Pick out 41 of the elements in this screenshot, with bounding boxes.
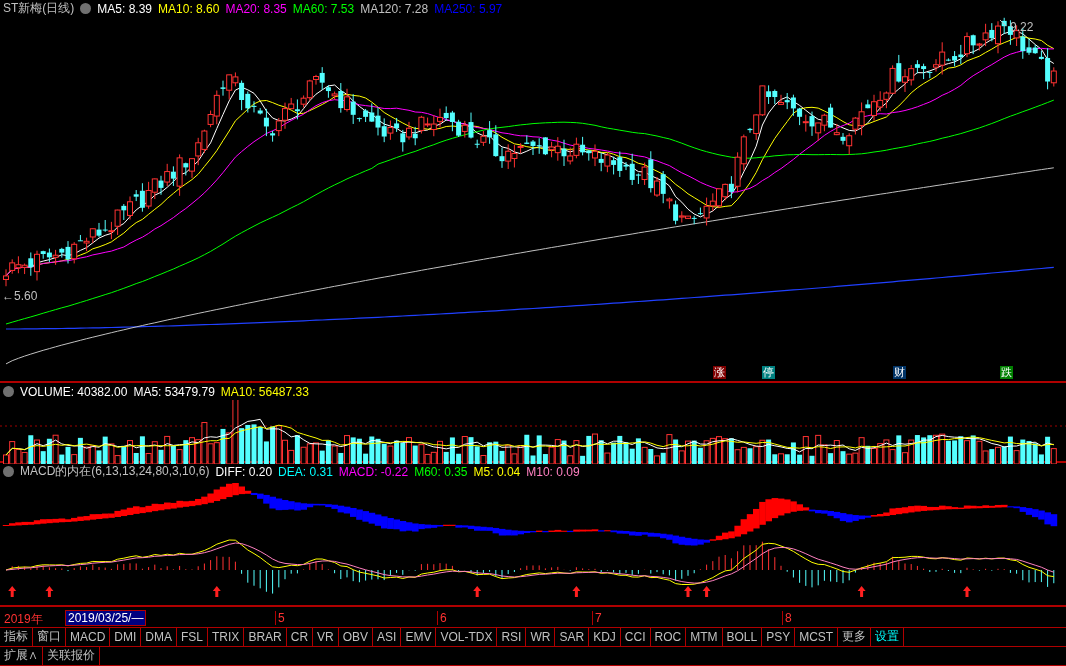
macd-legend: DEA: 0.31 — [278, 464, 333, 479]
dropdown-icon[interactable] — [3, 466, 14, 477]
volume-legend: MA5: 53479.79 — [133, 384, 215, 399]
macd-legend: M60: 0.35 — [414, 464, 468, 479]
up-arrow-icon — [473, 586, 482, 597]
macd-legend: M10: 0.09 — [526, 464, 580, 479]
ma-legend: MA250: 5.97 — [434, 1, 503, 16]
year-label: 2019年 — [4, 611, 43, 628]
event-marker[interactable]: 涨 — [713, 366, 726, 379]
ma-legend: MA120: 7.28 — [360, 1, 429, 16]
ma-legend: MA10: 8.60 — [158, 1, 220, 16]
macd-legend: DIFF: 0.20 — [215, 464, 273, 479]
up-arrow-icon — [857, 586, 866, 597]
up-arrow-icon — [8, 586, 17, 597]
volume-legend: MA10: 56487.33 — [220, 384, 309, 399]
stock-title: ST新梅(日线) — [3, 0, 75, 17]
macd-legend: MACD的内在(6,13,13,24,80,3,10,6) — [20, 463, 210, 480]
month-label: 6 — [437, 611, 447, 625]
event-marker[interactable]: 跌 — [1000, 366, 1013, 379]
up-arrow-icon — [702, 586, 711, 597]
event-marker[interactable]: 停 — [762, 366, 775, 379]
up-arrow-icon — [45, 586, 54, 597]
month-label: 8 — [782, 611, 792, 625]
ma-legend: MA5: 8.39 — [97, 1, 153, 16]
leader-line — [999, 19, 1007, 27]
month-label: 7 — [592, 611, 602, 625]
macd-legend: MACD: -0.22 — [338, 464, 409, 479]
dropdown-icon[interactable] — [80, 3, 92, 14]
dropdown-icon[interactable] — [3, 386, 14, 397]
up-arrow-icon — [572, 586, 581, 597]
volume-legend: VOLUME: 40382.00 — [20, 384, 128, 399]
ma-legend: MA20: 8.35 — [225, 1, 287, 16]
up-arrow-icon — [212, 586, 221, 597]
low-price-label: ←5.60 — [2, 289, 38, 303]
up-arrow-icon — [963, 586, 971, 597]
cursor-date: 2019/03/25/— — [65, 610, 147, 626]
ma-legend: MA60: 7.53 — [292, 1, 355, 16]
month-label: 5 — [275, 611, 285, 625]
macd-legend: M5: 0.04 — [473, 464, 521, 479]
up-arrow-icon — [684, 586, 692, 597]
event-marker[interactable]: 财 — [893, 366, 906, 379]
